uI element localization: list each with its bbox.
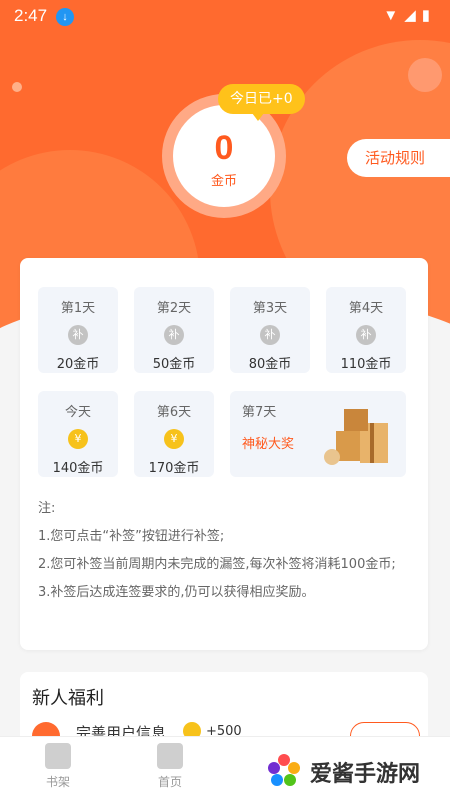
checkin-day-today[interactable]: 今天 ¥ 140金币	[38, 391, 118, 477]
today-badge: 今日已+0	[218, 84, 305, 121]
coin-icon: ¥	[164, 429, 184, 449]
checkin-day-4[interactable]: 第4天 补 110金币	[326, 287, 406, 373]
day-label: 第7天	[242, 405, 277, 420]
checkin-day-6[interactable]: 第6天 ¥ 170金币	[134, 391, 214, 477]
makeup-icon: 补	[260, 325, 280, 345]
coin-icon: ¥	[68, 429, 88, 449]
day-reward: 110金币	[340, 357, 392, 372]
welfare-title: 新人福利	[32, 688, 104, 709]
notes-title: 注:	[38, 501, 56, 516]
watermark-text: 爱酱手游网	[310, 762, 421, 787]
home-icon	[157, 743, 183, 769]
system-icons: ▼◢▮	[383, 7, 436, 24]
nav-bookshelf-label: 书架	[45, 775, 70, 789]
activity-rules-button[interactable]: 活动规则	[347, 139, 450, 177]
checkin-day-7[interactable]: 第7天 神秘大奖	[230, 391, 406, 477]
day-label: 第4天	[348, 301, 384, 316]
coins-unit: 金币	[210, 174, 237, 189]
makeup-icon: 补	[68, 325, 88, 345]
notes-line-3: 3.补签后达成连签要求的,仍可以获得相应奖励。	[38, 585, 315, 600]
status-bar: 2:47 ↓ ▼◢▮	[0, 0, 450, 34]
day-reward: 140金币	[52, 461, 104, 476]
bookshelf-icon	[45, 743, 71, 769]
nav-home-label: 首页	[157, 775, 182, 789]
day-reward: 170金币	[148, 461, 200, 476]
watermark-logo-icon	[268, 754, 300, 786]
checkin-day-3[interactable]: 第3天 补 80金币	[230, 287, 310, 373]
day-label: 第6天	[156, 405, 192, 420]
checkin-day-1[interactable]: 第1天 补 20金币	[38, 287, 118, 373]
coins-value: 0	[214, 129, 234, 167]
notes-line-1: 1.您可点击“补签”按钮进行补签;	[38, 529, 225, 544]
nav-home[interactable]: 首页	[140, 743, 200, 790]
mystery-prize-label: 神秘大奖	[242, 437, 295, 452]
makeup-icon: 补	[164, 325, 184, 345]
day-label: 第2天	[156, 301, 192, 316]
day-reward: 20金币	[56, 357, 100, 372]
notes-line-2: 2.您可补签当前周期内未完成的漏签,每次补签将消耗100金币;	[38, 557, 396, 572]
checkin-day-2[interactable]: 第2天 补 50金币	[134, 287, 214, 373]
day-reward: 80金币	[248, 357, 292, 372]
nav-bookshelf[interactable]: 书架	[28, 743, 88, 790]
makeup-icon: 补	[356, 325, 376, 345]
day-label: 第3天	[252, 301, 288, 316]
checkin-card: 第1天 补 20金币 第2天 补 50金币 第3天 补 80金币 第4天 补 1…	[20, 258, 428, 650]
checkin-notes: 注: 1.您可点击“补签”按钮进行补签; 2.您可补签当前周期内未完成的漏签,每…	[38, 498, 418, 610]
gift-boxes-icon	[324, 409, 396, 469]
day-label: 第1天	[60, 301, 96, 316]
download-icon: ↓	[56, 8, 74, 26]
day-reward: 50金币	[152, 357, 196, 372]
watermark: 爱酱手游网	[260, 746, 450, 797]
status-time: 2:47	[14, 6, 48, 25]
day-label: 今天	[64, 405, 91, 420]
